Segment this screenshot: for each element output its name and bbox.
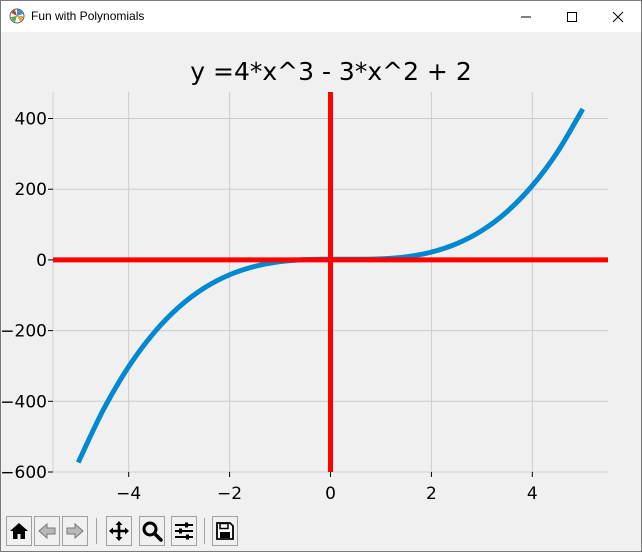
y-tick-label: 400	[15, 110, 47, 130]
pan-button[interactable]	[106, 516, 132, 546]
back-button[interactable]	[34, 516, 60, 546]
x-tick-label: −2	[217, 484, 242, 504]
y-tick-label: −600	[1, 463, 47, 483]
navigation-toolbar	[1, 513, 641, 551]
title-bar[interactable]: Fun with Polynomials	[1, 1, 641, 32]
magnifier-icon	[142, 521, 163, 542]
minimize-button[interactable]	[503, 1, 549, 32]
save-button[interactable]	[212, 516, 238, 546]
y-tick-label: −400	[1, 392, 47, 412]
y-tick-label: 0	[36, 251, 47, 271]
y-tick-label: −200	[1, 322, 47, 342]
home-button[interactable]	[6, 516, 32, 546]
save-icon	[216, 522, 234, 540]
y-axis-ticks: −600 −400 −200 0 200 400	[0, 110, 53, 483]
close-icon	[612, 11, 624, 22]
x-tick-label: −4	[116, 484, 141, 504]
maximize-button[interactable]	[549, 1, 595, 32]
x-axis-ticks: −4 −2 0 2 4	[116, 472, 538, 504]
forward-arrow-icon	[66, 522, 84, 540]
figure-canvas[interactable]: y =4*x^3 - 3*x^2 + 2 −4 −2 0 2 4 −600 −400 −20…	[0, 32, 641, 512]
home-icon	[10, 523, 28, 539]
x-tick-label: 2	[426, 484, 437, 504]
polynomial-chart[interactable]: y =4*x^3 - 3*x^2 + 2 −4 −2 0 2 4 −600 −400 −20…	[0, 32, 641, 512]
origin-axis-lines	[53, 92, 608, 472]
app-window: Fun with Polynomials y =4*x^3 - 3*x^2 + …	[0, 0, 642, 552]
toolbar-separator	[204, 518, 205, 544]
minimize-icon	[521, 16, 531, 17]
x-tick-label: 4	[527, 484, 538, 504]
matplotlib-icon	[9, 8, 25, 24]
chart-title: y =4*x^3 - 3*x^2 + 2	[190, 57, 471, 86]
move-icon	[109, 521, 129, 541]
close-button[interactable]	[595, 1, 641, 32]
window-title: Fun with Polynomials	[31, 9, 145, 23]
back-arrow-icon	[38, 522, 56, 540]
zoom-button[interactable]	[139, 516, 165, 546]
toolbar-separator	[96, 518, 97, 544]
configure-subplots-button[interactable]	[171, 516, 197, 546]
y-tick-label: 200	[15, 180, 47, 200]
sliders-icon	[175, 522, 193, 540]
forward-button[interactable]	[62, 516, 88, 546]
maximize-icon	[567, 11, 577, 22]
x-tick-label: 0	[325, 484, 336, 504]
